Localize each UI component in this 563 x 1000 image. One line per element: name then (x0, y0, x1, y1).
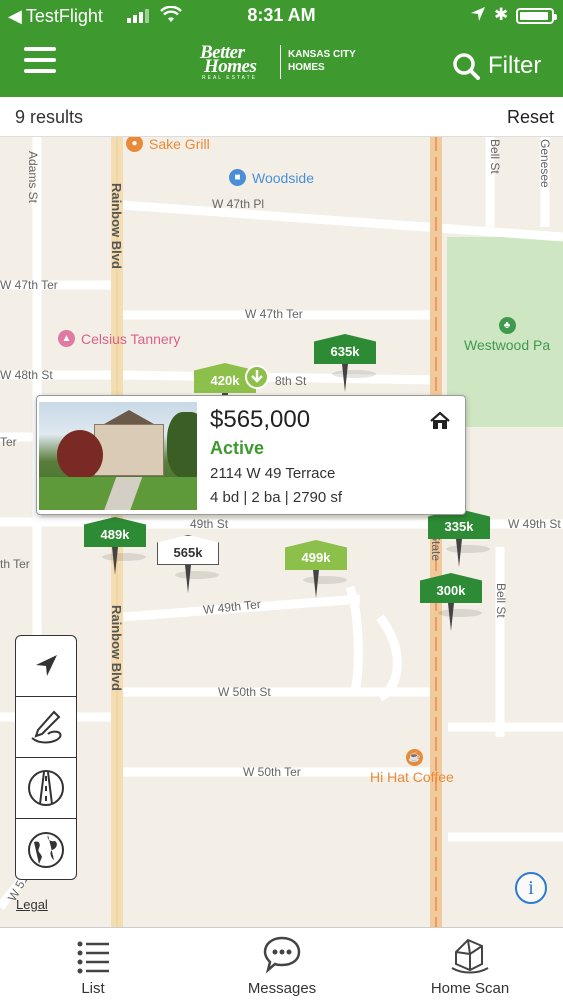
road-icon (28, 770, 64, 806)
tab-messages[interactable]: Messages (212, 928, 352, 1000)
street-label: th Ter (0, 557, 30, 571)
brand-logo: Better Homes REAL ESTATE KANSAS CITY HOM… (200, 42, 370, 86)
region-line-2: HOMES (288, 62, 325, 73)
street-label: W 48th St (0, 368, 53, 382)
street-label: W 47th Ter (0, 278, 58, 292)
results-count: 9 results (15, 107, 84, 127)
price-pin[interactable]: 499k (285, 540, 347, 600)
menu-icon[interactable] (24, 47, 56, 75)
tab-label: Messages (247, 980, 317, 997)
logo-divider (280, 45, 281, 79)
tab-list[interactable]: List (23, 928, 163, 1000)
location-arrow-icon (36, 655, 57, 676)
poi-hi-hat-coffee[interactable]: ☕ Hi Hat Coffee (370, 749, 454, 785)
listing-status: Active (210, 438, 265, 458)
region-line-1: KANSAS CITY (288, 49, 356, 60)
locate-button[interactable] (16, 636, 76, 697)
street-label: Ter (0, 435, 17, 449)
street-label: Rainbow Blvd (109, 605, 124, 691)
pin-label: 565k (157, 535, 219, 565)
listing-price: $565,000 (210, 406, 311, 433)
filter-label: Filter (488, 52, 542, 79)
globe-icon (28, 831, 64, 868)
listing-card[interactable]: $565,000 Active 2114 W 49 Terrace 4 bd |… (36, 395, 466, 515)
poi-label: Hi Hat Coffee (370, 769, 454, 785)
map-view[interactable]: Adams St Rainbow Blvd Rainbow Blvd W 47t… (0, 137, 563, 927)
info-icon[interactable]: i (515, 872, 547, 904)
pin-label: 499k (285, 540, 347, 570)
park-icon: ♣ (498, 317, 516, 334)
poi-label: Woodside (252, 169, 315, 186)
status-bar: ◀ TestFlight 8:31 AM ✱ (0, 0, 563, 32)
poi-westwood-park[interactable]: ♣ Westwood Pa (464, 317, 550, 353)
draw-button[interactable] (16, 697, 76, 758)
street-label: Rainbow Blvd (109, 183, 124, 269)
listing-address: 2114 W 49 Terrace (210, 465, 336, 482)
tab-label: List (81, 980, 105, 997)
commute-button[interactable] (16, 758, 76, 819)
street-label: W 47th Pl (212, 197, 265, 211)
poi-sake-grill[interactable]: ● Sake Grill (126, 137, 210, 152)
listing-specs: 4 bd | 2 ba | 2790 sf (210, 489, 343, 506)
location-services-icon (471, 7, 485, 21)
street-label: Bell St (494, 583, 508, 618)
logo-tagline: REAL ESTATE (202, 75, 257, 81)
pin-label: 489k (84, 517, 146, 547)
poi-woodside[interactable]: ■ Woodside (229, 169, 314, 186)
pin-label: 300k (420, 573, 482, 603)
poi-label: Westwood Pa (464, 337, 551, 353)
house-icon (430, 412, 450, 429)
street-label: Genesee (538, 139, 552, 188)
spa-icon: ▲ (58, 330, 75, 347)
building-icon: ■ (229, 169, 246, 186)
street-label: 8th St (275, 374, 307, 388)
price-pin-selected[interactable]: 565k (157, 535, 219, 595)
street-label: W 47th Ter (245, 307, 303, 321)
street-label: 49th St (190, 517, 229, 531)
tab-bar: List Messages Home Scan (0, 927, 563, 1000)
street-label: W 50th St (218, 685, 271, 699)
restaurant-icon: ● (126, 137, 143, 152)
messages-icon (263, 936, 301, 974)
battery-icon (516, 8, 557, 24)
filter-button[interactable]: Filter (452, 52, 541, 80)
poi-label: Celsius Tannery (81, 330, 181, 347)
price-pin[interactable]: 489k (84, 517, 146, 577)
legal-link[interactable]: Legal (16, 897, 48, 912)
poi-celsius-tannery[interactable]: ▲ Celsius Tannery (58, 330, 180, 347)
app-screen: ◀ TestFlight 8:31 AM ✱ Better Homes REAL … (0, 0, 563, 1000)
price-pin[interactable]: 335k (428, 509, 490, 569)
list-icon (77, 941, 109, 974)
draw-pencil-icon (31, 710, 62, 744)
poi-label: Sake Grill (149, 137, 210, 152)
region-name: KANSAS CITY HOMES (288, 48, 356, 74)
tab-home-scan[interactable]: Home Scan (400, 928, 540, 1000)
reset-button[interactable]: Reset (507, 107, 554, 128)
street-label: W 49th St (508, 517, 561, 531)
coffee-icon: ☕ (406, 749, 423, 766)
home-scan-icon (451, 938, 489, 974)
price-pin[interactable]: 635k (314, 334, 376, 394)
street-label: Bell St (488, 139, 502, 174)
listing-photo (39, 402, 197, 510)
bluetooth-icon: ✱ (494, 5, 509, 24)
price-pin[interactable]: 300k (420, 573, 482, 633)
top-bar: ◀ TestFlight 8:31 AM ✱ Better Homes REAL … (0, 0, 563, 97)
search-icon (453, 53, 480, 80)
map-tools (15, 635, 77, 880)
pin-label: 635k (314, 334, 376, 364)
street-label: W 50th Ter (243, 765, 301, 779)
results-bar: 9 results Reset (0, 97, 563, 137)
map-type-button[interactable] (16, 819, 76, 880)
download-icon[interactable] (245, 365, 269, 389)
street-label: Adams St (26, 151, 40, 204)
tab-label: Home Scan (430, 980, 510, 997)
